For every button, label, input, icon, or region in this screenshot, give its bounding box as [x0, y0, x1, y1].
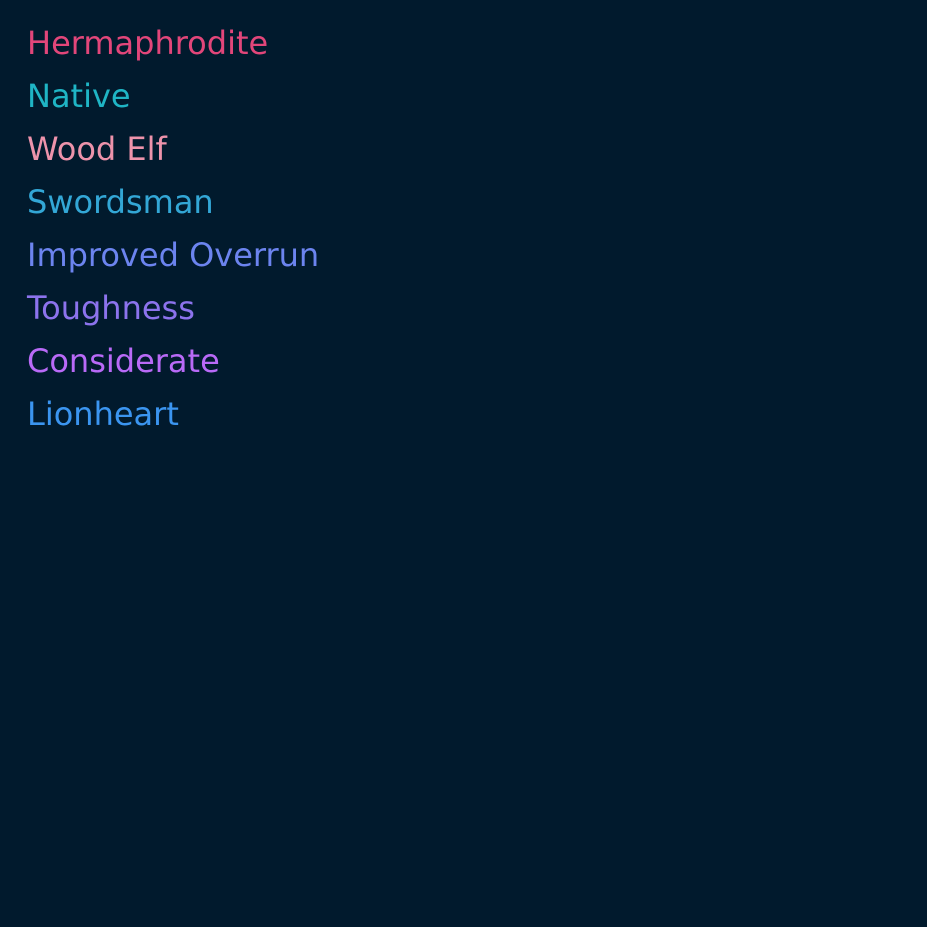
trait-item-considerate: Considerate	[27, 342, 220, 380]
trait-item-improved-overrun: Improved Overrun	[27, 236, 320, 274]
trait-item-hermaphrodite: Hermaphrodite	[27, 24, 269, 62]
trait-item-toughness: Toughness	[27, 289, 195, 327]
trait-item-lionheart: Lionheart	[27, 395, 179, 433]
trait-list: Hermaphrodite Native Wood Elf Swordsman …	[0, 0, 927, 441]
trait-item-swordsman: Swordsman	[27, 183, 214, 221]
trait-item-native: Native	[27, 77, 131, 115]
trait-item-wood-elf: Wood Elf	[27, 130, 167, 168]
